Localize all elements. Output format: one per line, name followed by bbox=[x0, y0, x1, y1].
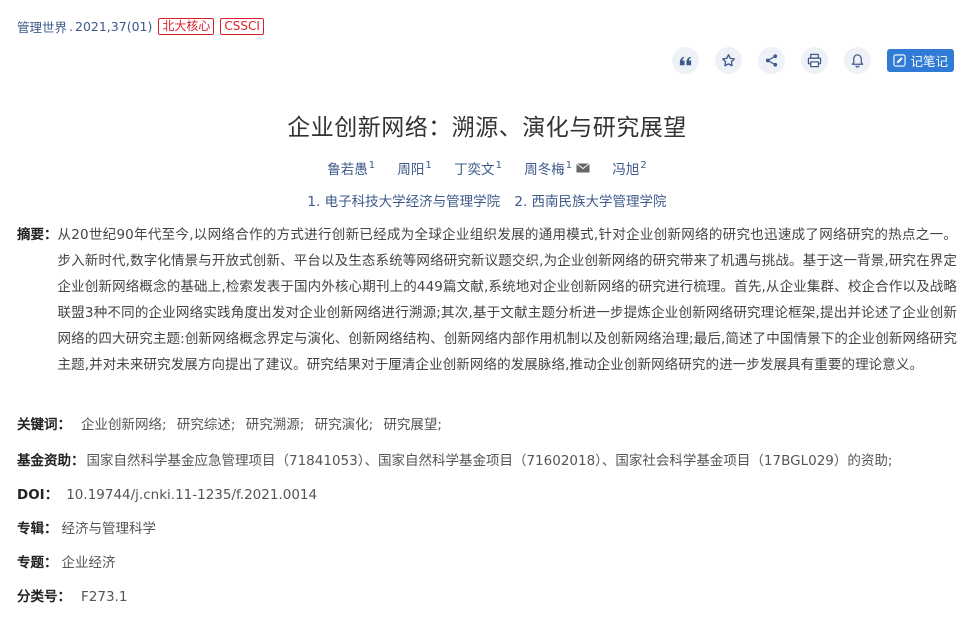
bell-icon[interactable] bbox=[844, 47, 872, 74]
journal-link[interactable]: 管理世界 bbox=[17, 17, 67, 36]
affiliation-list: 1. 电子科技大学经济与管理学院 2. 西南民族大学管理学院 bbox=[0, 190, 974, 210]
article-title: 企业创新网络：溯源、演化与研究展望 bbox=[287, 115, 687, 141]
author-link[interactable]: 周冬梅 1 bbox=[524, 158, 590, 178]
keywords-label: 关键词： bbox=[17, 417, 71, 433]
keyword-link[interactable]: 研究溯源; bbox=[246, 417, 305, 433]
keyword-link[interactable]: 研究综述; bbox=[177, 417, 236, 433]
doi-label: DOI： bbox=[17, 487, 59, 503]
affiliation-link[interactable]: 2. 西南民族大学管理学院 bbox=[514, 194, 666, 210]
series-label: 专辑： bbox=[17, 521, 58, 537]
series-row: 专辑： 经济与管理科学 bbox=[17, 518, 156, 540]
toolbar: 记笔记 bbox=[656, 47, 954, 74]
class-row: 分类号： F273.1 bbox=[17, 586, 127, 608]
author-link[interactable]: 周阳 1 bbox=[397, 158, 431, 179]
author-link[interactable]: 冯旭 2 bbox=[612, 158, 646, 179]
separator: . bbox=[69, 18, 73, 34]
doi-row: DOI： 10.19744/j.cnki.11-1235/f.2021.0014 bbox=[17, 484, 317, 506]
pencil-icon bbox=[893, 54, 907, 67]
take-note-label: 记笔记 bbox=[910, 54, 948, 69]
fund-row: 基金资助： 国家自然科学基金应急管理项目（71841053）、国家自然科学基金项… bbox=[17, 450, 892, 472]
author-link[interactable]: 鲁若愚 1 bbox=[327, 158, 375, 179]
print-icon[interactable] bbox=[801, 47, 829, 74]
core-tag-pku: 北大核心 bbox=[158, 17, 215, 35]
share-icon[interactable] bbox=[758, 47, 786, 74]
author-list: 鲁若愚 1 周阳 1 丁奕文 1 周冬梅 1 冯旭 2 bbox=[0, 158, 974, 179]
abstract-label: 摘要： bbox=[17, 227, 58, 243]
doi-value: 10.19744/j.cnki.11-1235/f.2021.0014 bbox=[66, 487, 318, 503]
topic-value: 企业经济 bbox=[61, 555, 116, 571]
source-line: 管理世界 . 2021,37(01) 北大核心 CSSCI bbox=[17, 16, 264, 36]
abstract-section: 摘要： 从20世纪90年代至今,以网络合作的方式进行创新已经成为全球企业组织发展… bbox=[17, 222, 957, 378]
author-link[interactable]: 丁奕文 1 bbox=[454, 158, 502, 179]
class-value: F273.1 bbox=[81, 589, 128, 605]
fund-text[interactable]: 国家自然科学基金应急管理项目（71841053）、国家自然科学基金项目（7160… bbox=[87, 450, 893, 472]
abstract-text: 从20世纪90年代至今,以网络合作的方式进行创新已经成为全球企业组织发展的通用模… bbox=[57, 227, 957, 373]
series-value: 经济与管理科学 bbox=[61, 521, 157, 537]
keyword-link[interactable]: 企业创新网络; bbox=[81, 417, 167, 433]
class-label: 分类号： bbox=[17, 589, 71, 605]
affiliation-link[interactable]: 1. 电子科技大学经济与管理学院 bbox=[307, 194, 500, 210]
email-icon[interactable] bbox=[576, 163, 590, 173]
topic-label: 专题： bbox=[17, 555, 58, 571]
fund-label: 基金资助： bbox=[17, 453, 85, 469]
core-tag-cssci: CSSCI bbox=[220, 17, 264, 35]
topic-row: 专题： 企业经济 bbox=[17, 552, 116, 574]
take-note-button[interactable]: 记笔记 bbox=[887, 49, 954, 72]
quote-icon[interactable] bbox=[672, 47, 700, 74]
issue-link[interactable]: 2021,37(01) bbox=[75, 19, 152, 34]
star-icon[interactable] bbox=[715, 47, 743, 74]
keyword-link[interactable]: 研究展望; bbox=[383, 417, 442, 433]
keywords-row: 关键词： 企业创新网络; 研究综述; 研究溯源; 研究演化; 研究展望; bbox=[17, 414, 448, 436]
keyword-link[interactable]: 研究演化; bbox=[315, 417, 374, 433]
